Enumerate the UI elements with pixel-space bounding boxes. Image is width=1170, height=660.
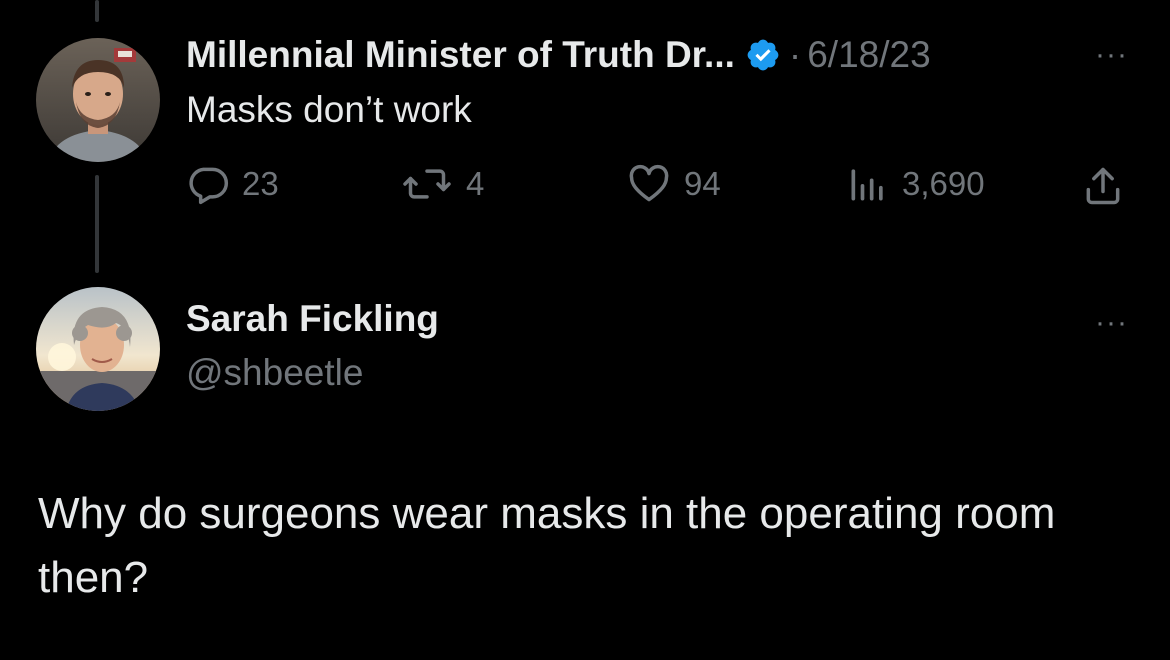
heart-icon — [629, 164, 669, 202]
meta-separator: · — [788, 34, 802, 75]
display-name[interactable]: Sarah Fickling — [186, 298, 439, 340]
thread-connector-top — [95, 0, 99, 22]
avatar[interactable] — [36, 287, 160, 411]
reply-text: Why do surgeons wear masks in the operat… — [38, 489, 1056, 602]
thread-connector — [95, 175, 99, 273]
views-count: 3,690 — [902, 165, 985, 202]
retweet-icon — [403, 169, 451, 199]
share-button[interactable] — [1080, 162, 1138, 210]
tweet-text: Masks don’t work — [186, 89, 472, 130]
views-button[interactable]: 3,690 — [846, 160, 985, 208]
user-handle[interactable]: @shbeetle — [186, 352, 363, 394]
reply-count: 23 — [242, 165, 279, 202]
like-button[interactable]: 94 — [626, 160, 721, 208]
retweet-button[interactable]: 4 — [400, 160, 484, 208]
views-bar-chart-icon — [851, 169, 883, 201]
tweet-header: Millennial Minister of Truth Dr... · 6/1… — [186, 30, 931, 80]
display-name[interactable]: Millennial Minister of Truth Dr... — [186, 34, 735, 76]
avatar[interactable] — [36, 38, 160, 162]
reply-button[interactable]: 23 — [186, 160, 279, 208]
reply-bubble-icon — [189, 167, 229, 205]
like-count: 94 — [684, 165, 721, 202]
verified-badge-icon — [745, 37, 781, 73]
more-options-button[interactable]: ··· — [1095, 308, 1128, 338]
more-options-button[interactable]: ··· — [1095, 40, 1128, 70]
tweet-date[interactable]: 6/18/23 — [807, 34, 930, 76]
retweet-count: 4 — [466, 165, 485, 202]
share-upload-icon — [1086, 167, 1120, 205]
